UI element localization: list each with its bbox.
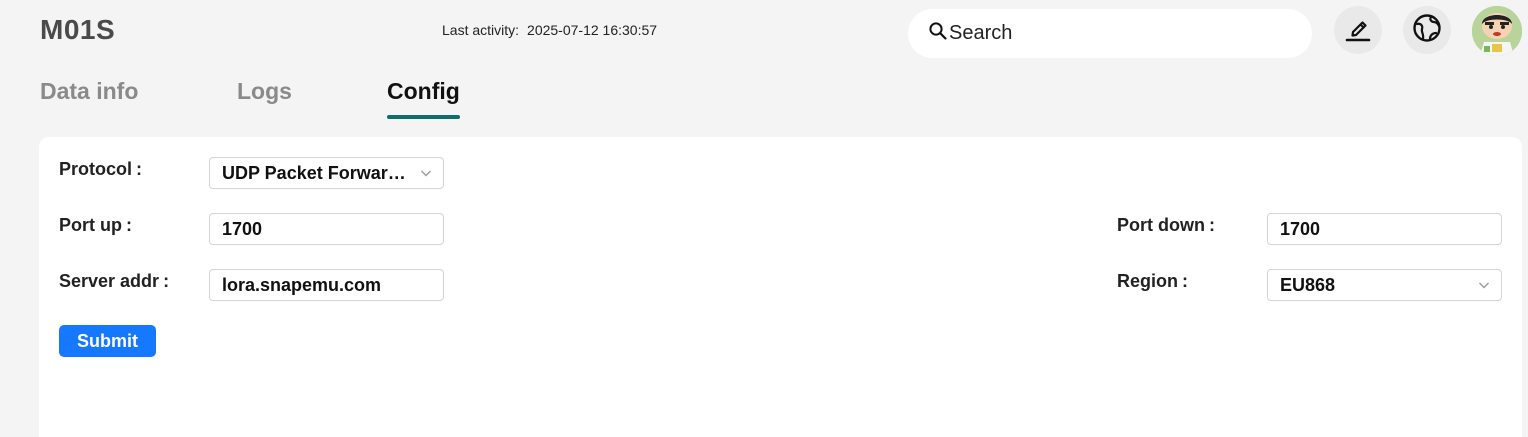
port-down-label: Port down: xyxy=(1117,215,1215,236)
port-up-value: 1700 xyxy=(222,218,263,239)
language-icon xyxy=(1411,12,1443,49)
port-down-value: 1700 xyxy=(1280,218,1321,239)
tab-bar: Data info Logs Config xyxy=(0,70,800,122)
tab-logs[interactable]: Logs xyxy=(237,78,292,119)
edit-icon xyxy=(1343,13,1373,48)
port-up-label: Port up: xyxy=(59,215,132,236)
port-down-label-colon: : xyxy=(1209,215,1215,235)
chevron-down-icon xyxy=(421,170,431,177)
port-up-label-colon: : xyxy=(126,215,132,235)
last-activity-label: Last activity: xyxy=(442,22,520,38)
user-avatar[interactable] xyxy=(1472,6,1522,56)
last-activity: Last activity: 2025-07-12 16:30:57 xyxy=(442,22,657,38)
submit-button[interactable]: Submit xyxy=(59,325,156,357)
protocol-label-colon: : xyxy=(136,159,143,179)
language-button[interactable] xyxy=(1403,6,1451,54)
tab-config[interactable]: Config xyxy=(387,78,460,119)
region-value: EU868 xyxy=(1280,274,1336,295)
server-addr-input[interactable]: lora.snapemu.com xyxy=(209,269,444,301)
region-label-text: Region xyxy=(1117,271,1178,291)
chevron-down-icon xyxy=(1479,282,1489,289)
port-down-label-text: Port down xyxy=(1117,215,1205,235)
config-panel: Protocol: UDP Packet Forwarder Port up: … xyxy=(39,137,1522,437)
server-addr-label-colon: : xyxy=(163,271,170,291)
region-select[interactable]: EU868 xyxy=(1267,269,1502,301)
protocol-label-text: Protocol xyxy=(59,159,133,179)
protocol-label: Protocol: xyxy=(59,159,142,180)
port-up-label-text: Port up xyxy=(59,215,122,235)
avatar-image xyxy=(1472,6,1522,56)
search-placeholder: Search xyxy=(949,22,1013,44)
top-bar: M01S Last activity: 2025-07-12 16:30:57 S… xyxy=(0,0,1528,64)
protocol-value: UDP Packet Forwarder xyxy=(222,162,413,183)
device-title: M01S xyxy=(40,14,116,45)
region-label-colon: : xyxy=(1182,271,1188,291)
server-addr-label-text: Server addr xyxy=(59,271,160,291)
last-activity-value: 2025-07-12 16:30:57 xyxy=(527,22,658,38)
search-icon xyxy=(928,21,948,46)
port-down-input[interactable]: 1700 xyxy=(1267,213,1502,245)
server-addr-label: Server addr: xyxy=(59,271,169,292)
search-input[interactable]: Search xyxy=(908,9,1312,58)
edit-button[interactable] xyxy=(1334,6,1382,54)
server-addr-value: lora.snapemu.com xyxy=(222,274,382,295)
region-label: Region: xyxy=(1117,271,1188,292)
port-up-input[interactable]: 1700 xyxy=(209,213,444,245)
protocol-select[interactable]: UDP Packet Forwarder xyxy=(209,157,444,189)
tab-data-info[interactable]: Data info xyxy=(40,78,138,119)
